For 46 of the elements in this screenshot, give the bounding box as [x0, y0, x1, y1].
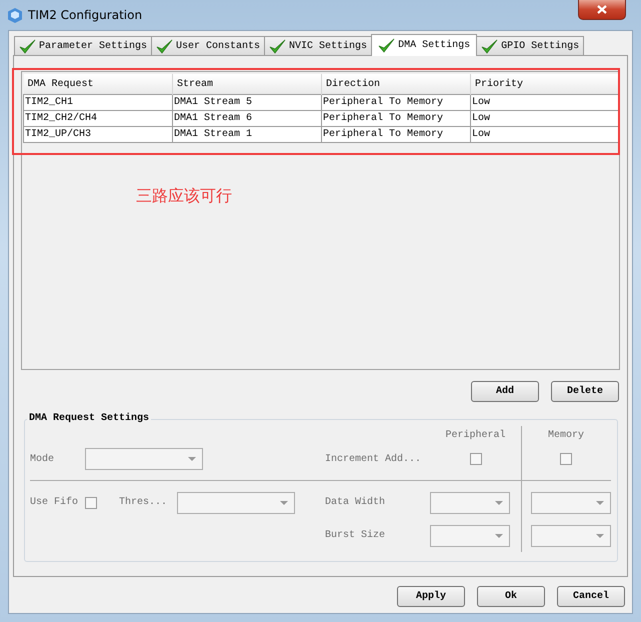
column-header[interactable]: Direction	[322, 74, 470, 94]
column-header[interactable]: DMA Request	[24, 74, 172, 94]
list-button[interactable]: Delete	[551, 381, 619, 402]
memory-label: Memory	[548, 430, 584, 440]
table-cell: Low	[470, 94, 620, 110]
peripheral-label: Peripheral	[445, 430, 506, 440]
caret-icon	[596, 500, 604, 504]
table-cell: DMA1 Stream 1	[172, 126, 322, 142]
tab[interactable]: User Constants	[151, 36, 266, 55]
dialog-button[interactable]: Apply	[397, 586, 465, 606]
table-cell: TIM2_UP/CH3	[24, 126, 172, 142]
table-cell: TIM2_CH1	[24, 94, 172, 110]
increment-label: Increment Add...	[325, 454, 422, 464]
close-button[interactable]	[578, 0, 626, 20]
burst-size-label: Burst Size	[325, 530, 386, 541]
close-icon	[597, 5, 607, 14]
window-title: TIM2 Configuration	[28, 8, 142, 22]
table-cell: Peripheral To Memory	[322, 110, 470, 126]
table-cell: DMA1 Stream 6	[172, 110, 322, 126]
caret-icon	[280, 500, 288, 504]
table-cell: Low	[470, 110, 620, 126]
tab[interactable]: Parameter Settings	[14, 36, 152, 55]
table-cell: Low	[470, 126, 620, 142]
dialog-button[interactable]: Cancel	[557, 586, 625, 606]
column-header[interactable]: Stream	[172, 74, 322, 94]
caret-icon	[495, 534, 503, 538]
tab[interactable]: GPIO Settings	[476, 36, 584, 55]
mode-label: Mode	[30, 454, 56, 464]
tab[interactable]: DMA Settings	[371, 34, 478, 56]
caret-icon	[495, 500, 503, 504]
column-header[interactable]: Priority	[470, 74, 620, 94]
use-fifo-label: Use Fifo	[30, 497, 80, 508]
table-cell: Peripheral To Memory	[322, 94, 470, 110]
checkmark-icon	[378, 38, 396, 53]
table-cell: Peripheral To Memory	[322, 126, 470, 142]
list-button[interactable]: Add	[471, 381, 539, 402]
dialog-button[interactable]: Ok	[477, 586, 545, 606]
app-icon	[8, 8, 22, 22]
table-cell: DMA1 Stream 5	[172, 94, 322, 110]
caret-icon	[596, 534, 604, 538]
annotation-text: 三路应该可行	[136, 186, 232, 207]
table-cell: TIM2_CH2/CH4	[24, 110, 172, 126]
data-width-label: Data Width	[325, 497, 386, 508]
threshold-label: Thres...	[119, 497, 168, 508]
caret-icon	[188, 457, 196, 461]
tab[interactable]: NVIC Settings	[264, 36, 372, 55]
